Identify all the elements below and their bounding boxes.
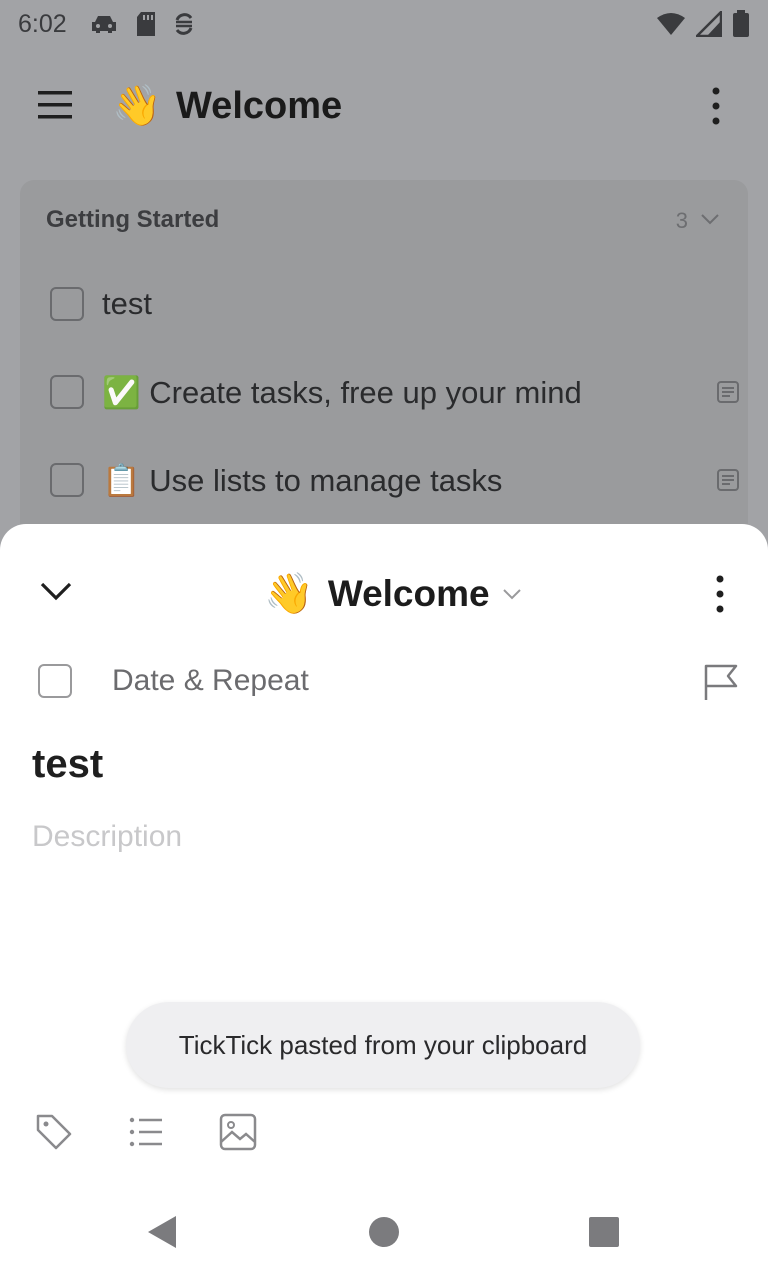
task-emoji: 📋 bbox=[102, 462, 141, 498]
car-icon bbox=[91, 16, 116, 33]
task-text: 📋 Use lists to manage tasks bbox=[102, 462, 503, 498]
app-header: 👋 Welcome bbox=[0, 62, 768, 148]
clipboard-toast: TickTick pasted from your clipboard bbox=[126, 1002, 640, 1088]
more-vertical-icon[interactable] bbox=[702, 84, 730, 128]
chevron-down-icon[interactable] bbox=[38, 578, 74, 606]
back-icon[interactable] bbox=[144, 1212, 184, 1252]
list-selector[interactable]: 👋 Welcome bbox=[264, 568, 522, 620]
task-checkbox[interactable] bbox=[50, 463, 84, 497]
description-field[interactable]: Description bbox=[32, 820, 182, 854]
wifi-icon bbox=[657, 13, 685, 35]
menu-icon[interactable] bbox=[36, 88, 76, 122]
section-count: 3 bbox=[675, 208, 688, 233]
chevron-down-icon bbox=[502, 589, 521, 600]
status-icons-left bbox=[89, 11, 195, 37]
task-detail-sheet: 👋 Welcome Date & Repeat test Description… bbox=[0, 524, 768, 1280]
section-getting-started: Getting Started 3 test ✅ Create tasks, f… bbox=[20, 180, 748, 540]
task-checkbox[interactable] bbox=[50, 375, 84, 409]
battery-icon bbox=[733, 10, 749, 37]
task-checkbox[interactable] bbox=[38, 664, 72, 698]
sd-card-icon bbox=[136, 12, 155, 36]
checklist-icon[interactable] bbox=[126, 1112, 166, 1152]
list-item[interactable]: test bbox=[50, 274, 740, 334]
note-icon bbox=[717, 469, 739, 491]
system-nav-bar bbox=[0, 1190, 768, 1280]
more-vertical-icon[interactable] bbox=[706, 572, 734, 616]
date-repeat-button[interactable]: Date & Repeat bbox=[112, 664, 309, 698]
header-emoji: 👋 bbox=[112, 84, 162, 128]
status-bar: 6:02 bbox=[0, 0, 768, 48]
recents-icon[interactable] bbox=[584, 1212, 624, 1252]
chevron-down-icon[interactable] bbox=[700, 210, 720, 228]
tag-icon[interactable] bbox=[34, 1112, 74, 1152]
flag-icon[interactable] bbox=[700, 662, 740, 702]
task-title[interactable]: test bbox=[32, 742, 103, 787]
list-item[interactable]: 📋 Use lists to manage tasks bbox=[50, 450, 740, 510]
task-text: test bbox=[102, 286, 152, 321]
task-checkbox[interactable] bbox=[50, 287, 84, 321]
signal-icon bbox=[696, 11, 722, 37]
image-icon[interactable] bbox=[218, 1112, 258, 1152]
page-title[interactable]: Welcome bbox=[176, 82, 342, 130]
section-title[interactable]: Getting Started bbox=[46, 206, 219, 234]
task-toolbar bbox=[0, 1112, 768, 1160]
note-icon bbox=[717, 381, 739, 403]
task-emoji: ✅ bbox=[102, 374, 141, 410]
list-item[interactable]: ✅ Create tasks, free up your mind bbox=[50, 362, 740, 422]
home-icon[interactable] bbox=[364, 1212, 404, 1252]
status-time: 6:02 bbox=[18, 9, 67, 38]
list-emoji: 👋 bbox=[264, 572, 314, 616]
task-text: ✅ Create tasks, free up your mind bbox=[102, 374, 582, 410]
status-icons-right bbox=[656, 10, 750, 38]
sync-icon bbox=[175, 13, 193, 35]
toast-text: TickTick pasted from your clipboard bbox=[178, 1029, 588, 1060]
list-name: Welcome bbox=[327, 573, 490, 614]
